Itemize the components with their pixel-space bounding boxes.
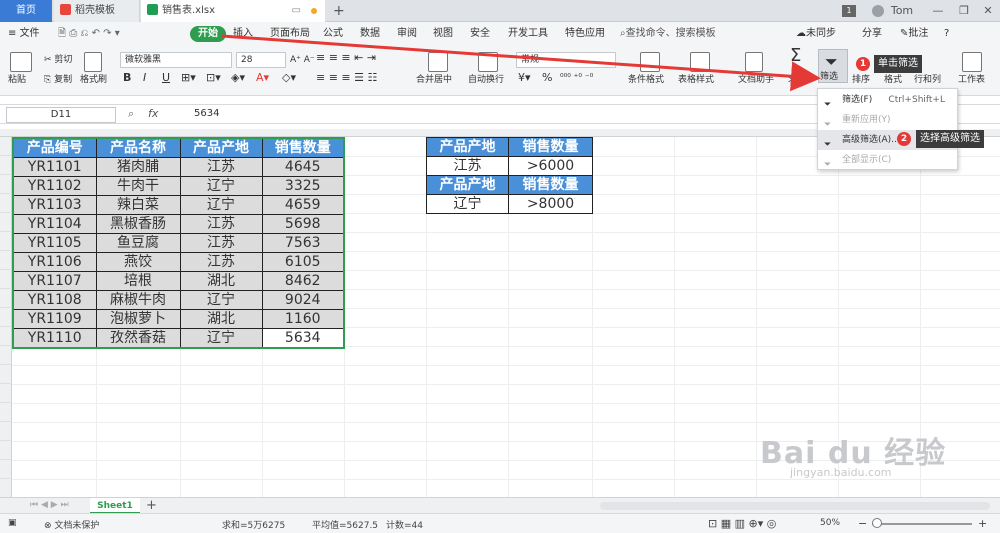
status-bar: ▣ ⊗ 文档未保护 求和=5万6275 平均值=5627.5 计数=44 ⊡ ▦… [0, 513, 1000, 533]
sheet-nav-icons[interactable]: ⏮ ◀ ▶ ⏭ [30, 500, 69, 510]
sum-status: 求和=5万6275 [222, 521, 286, 531]
add-sheet-button[interactable]: + [146, 498, 157, 514]
step1-badge: 1 [856, 57, 870, 71]
sheet-tab-bar: ⏮ ◀ ▶ ⏭ Sheet1 + [0, 497, 1000, 514]
zoom-in-icon[interactable]: + [978, 517, 987, 530]
zoom-slider[interactable] [872, 523, 972, 525]
step2-badge: 2 [897, 132, 911, 146]
watermark-url: jingyan.baidu.com [790, 466, 892, 479]
doc-protect-label: 文档未保护 [54, 521, 100, 531]
horizontal-scrollbar[interactable] [600, 502, 990, 510]
step2-callout: 选择高级筛选 [916, 130, 984, 148]
doc-protect-status[interactable]: ⊗ 文档未保护 [44, 518, 99, 531]
average-status: 平均值=5627.5 [312, 521, 379, 531]
zoom-level[interactable]: 50% [820, 518, 840, 528]
zoom-slider-thumb[interactable] [872, 518, 882, 528]
status-icon: ▣ [8, 518, 17, 528]
count-status: 计数=44 [386, 521, 423, 531]
zoom-out-icon[interactable]: − [858, 517, 867, 530]
view-mode-icons[interactable]: ⊡ ▦ ▥ ⊕▾ ◎ [708, 517, 776, 530]
step1-callout: 单击筛选 [874, 55, 922, 73]
shield-icon: ⊗ [44, 521, 52, 531]
sheet-tab-sheet1[interactable]: Sheet1 [90, 498, 140, 514]
